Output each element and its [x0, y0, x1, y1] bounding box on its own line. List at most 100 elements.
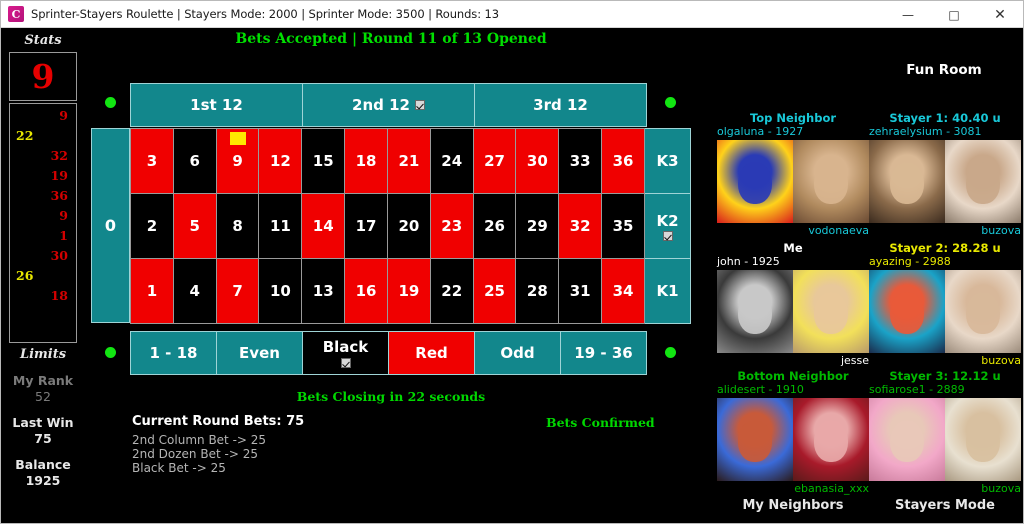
limit-block: My Rank 52 [1, 373, 85, 404]
player-avatar[interactable] [717, 140, 793, 223]
bet-cell-number[interactable]: 23 [429, 193, 474, 259]
bet-cell-number[interactable]: 18 [344, 128, 388, 194]
bet-cell-dozen-3[interactable]: 3rd 12 [474, 83, 647, 127]
player-avatar[interactable] [793, 140, 869, 223]
bet-cell-number[interactable]: 33 [558, 128, 603, 194]
bet-cell-number[interactable]: 16 [344, 258, 388, 324]
player-avatar[interactable] [793, 398, 869, 481]
bet-cell-number[interactable]: 29 [515, 193, 560, 259]
bet-cell-number[interactable]: 2 [130, 193, 174, 259]
number-label: 18 [355, 152, 377, 170]
maximize-button[interactable]: □ [931, 1, 977, 28]
bet-cell-column-K3[interactable]: K3 [644, 128, 691, 194]
checkbox-checked-icon [340, 358, 351, 368]
player-avatar[interactable] [869, 270, 945, 353]
column-label: K1 [656, 282, 679, 300]
bet-cell-number[interactable]: 7 [215, 258, 260, 324]
player-thumbnails [869, 270, 1021, 353]
number-label: 23 [441, 217, 463, 235]
number-label: 20 [398, 217, 420, 235]
player-card-user-top: alidesert - 1910 [717, 383, 804, 396]
bet-cell-dozen-1[interactable]: 1st 12 [130, 83, 303, 127]
bet-cell-number[interactable]: 20 [386, 193, 431, 259]
limit-label: My Rank [12, 373, 74, 388]
number-label: 32 [569, 217, 591, 235]
minimize-button[interactable]: — [885, 1, 931, 28]
bet-cell-number[interactable]: 25 [472, 258, 517, 324]
bet-cell-number[interactable]: 34 [601, 258, 645, 324]
bet-cell-number[interactable]: 10 [258, 258, 303, 324]
bet-cell-column-K1[interactable]: K1 [644, 258, 691, 324]
history-row: 30 [16, 248, 70, 268]
bet-cell-number[interactable]: 13 [301, 258, 346, 324]
dozen-label: 2nd 12 [352, 96, 410, 114]
history-row: 36 [16, 188, 70, 208]
bet-cell-number[interactable]: 6 [172, 128, 217, 194]
bet-cell-number[interactable]: 3 [130, 128, 174, 194]
player-avatar[interactable] [793, 270, 869, 353]
bet-cell-number[interactable]: 9 [215, 128, 260, 194]
bet-cell-number[interactable]: 30 [515, 128, 560, 194]
bet-cell-number[interactable]: 36 [601, 128, 645, 194]
bet-cell-number[interactable]: 17 [344, 193, 388, 259]
bet-cell-dozen-2[interactable]: 2nd 12 [302, 83, 475, 127]
player-avatar[interactable] [869, 398, 945, 481]
bet-cell-number[interactable]: 21 [386, 128, 431, 194]
bet-cell-outside-1-18[interactable]: 1 - 18 [130, 331, 217, 375]
bet-cell-number[interactable]: 11 [258, 193, 303, 259]
bet-cell-number[interactable]: 14 [301, 193, 346, 259]
bet-cell-number[interactable]: 15 [301, 128, 346, 194]
history-value-right: 9 [59, 108, 68, 123]
dozen-label: 1st 12 [190, 96, 243, 114]
history-value-right: 32 [50, 148, 68, 163]
player-avatar[interactable] [945, 398, 1021, 481]
player-avatar[interactable] [945, 270, 1021, 353]
history-box: 9 22 32 19 36 9 1 30 26 18 [9, 103, 77, 343]
app-body: Stats 9 9 22 32 19 36 9 1 30 26 18 Limits My Rank… [1, 28, 1023, 523]
bet-cell-number[interactable]: 4 [172, 258, 217, 324]
bet-cell-number[interactable]: 12 [258, 128, 303, 194]
player-thumbnails [869, 140, 1021, 223]
player-avatar[interactable] [717, 270, 793, 353]
roulette-grid: 0 3 6 9 12 15 18 21 24 27 30 33 36 2 5 8 11 14 17 20 23 26 29… [91, 128, 691, 324]
bet-cell-number[interactable]: 5 [172, 193, 217, 259]
player-card: Bottom Neighbor alidesert - 1910 ebanasia_… [717, 369, 869, 496]
number-label: 15 [312, 152, 334, 170]
bet-cell-number[interactable]: 28 [515, 258, 560, 324]
player-card: Top Neighbor olgaluna - 1927 vodonaeva [717, 111, 869, 238]
my-neighbors-label: My Neighbors [742, 498, 844, 513]
bet-cell-number[interactable]: 26 [472, 193, 517, 259]
bet-cell-outside-red[interactable]: Red [388, 331, 475, 375]
player-card-user-bottom: buzova [981, 354, 1021, 367]
bet-cell-outside-19-36[interactable]: 19 - 36 [560, 331, 647, 375]
bet-cell-number[interactable]: 31 [558, 258, 603, 324]
bet-cell-number[interactable]: 32 [558, 193, 603, 259]
bet-cell-number[interactable]: 35 [601, 193, 645, 259]
close-button[interactable]: ✕ [977, 1, 1023, 28]
outside-label: Odd [500, 344, 535, 362]
history-row: 26 [16, 268, 70, 288]
player-avatar[interactable] [869, 140, 945, 223]
bet-cell-outside-black[interactable]: Black [302, 331, 389, 375]
number-label: 9 [232, 152, 243, 170]
bet-cell-column-K2[interactable]: K2 [644, 193, 691, 259]
bet-cell-number[interactable]: 27 [472, 128, 517, 194]
dozen-bets-row: 1st 12 2nd 12 3rd 12 [130, 83, 647, 127]
history-value-right: 1 [59, 228, 68, 243]
bet-line-item: Black Bet -> 25 [132, 461, 226, 475]
number-grid: 3 6 9 12 15 18 21 24 27 30 33 36 2 5 8 11 14 17 20 23 26 29 32… [130, 128, 645, 324]
player-avatar[interactable] [717, 398, 793, 481]
number-row: 3 6 9 12 15 18 21 24 27 30 33 36 [130, 128, 645, 194]
bet-cell-outside-odd[interactable]: Odd [474, 331, 561, 375]
history-row: 22 [16, 128, 70, 148]
bet-cell-zero[interactable]: 0 [91, 128, 130, 323]
bet-cell-number[interactable]: 8 [215, 193, 260, 259]
player-card-user-bottom: ebanasia_xxx [794, 482, 869, 495]
bet-cell-number[interactable]: 22 [429, 258, 474, 324]
bet-cell-number[interactable]: 19 [386, 258, 431, 324]
player-avatar[interactable] [945, 140, 1021, 223]
number-label: 1 [146, 282, 158, 300]
bet-cell-number[interactable]: 24 [429, 128, 474, 194]
bet-cell-outside-even[interactable]: Even [216, 331, 303, 375]
bet-cell-number[interactable]: 1 [130, 258, 174, 324]
